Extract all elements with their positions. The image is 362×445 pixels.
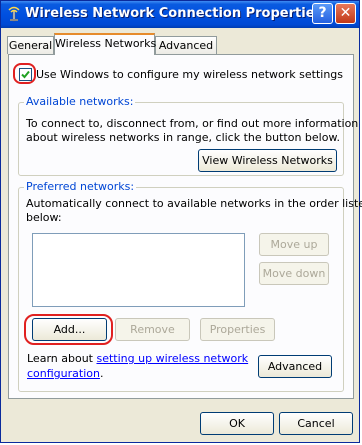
tab-wireless-networks[interactable]: Wireless Networks — [54, 33, 156, 55]
preferred-networks-text-line2: below: — [26, 211, 62, 224]
tab-general[interactable]: General — [7, 36, 54, 54]
learn-about-prefix: Learn about — [27, 352, 97, 365]
available-networks-group: Available networks: To connect to, disco… — [18, 95, 358, 176]
remove-button[interactable]: Remove — [115, 318, 190, 341]
learn-about-line1: Learn about setting up wireless network — [27, 352, 248, 365]
ok-button[interactable]: OK — [200, 412, 274, 435]
preferred-networks-group: Preferred networks: Automatically connec… — [18, 180, 362, 392]
tab-advanced[interactable]: Advanced — [155, 36, 217, 54]
close-button[interactable]: ✕ — [335, 3, 356, 24]
advanced-button[interactable]: Advanced — [258, 355, 332, 378]
learn-about-suffix: . — [99, 367, 104, 380]
available-networks-title: Available networks: — [24, 95, 136, 108]
available-networks-text-line2: about wireless networks in range, click … — [26, 131, 340, 144]
learn-about-line2: configuration. — [27, 367, 103, 380]
properties-dialog: Wireless Network Connection Properties ?… — [0, 0, 362, 443]
move-down-button[interactable]: Move down — [259, 262, 329, 285]
title-bar[interactable]: Wireless Network Connection Properties ?… — [1, 1, 359, 28]
cancel-button[interactable]: Cancel — [279, 412, 353, 435]
properties-button[interactable]: Properties — [200, 318, 275, 341]
move-up-button[interactable]: Move up — [259, 233, 329, 256]
checkmark-icon — [21, 70, 30, 79]
view-wireless-networks-button[interactable]: View Wireless Networks — [198, 149, 337, 172]
tab-panel: Use Windows to configure my wireless net… — [8, 54, 362, 399]
preferred-networks-title: Preferred networks: — [24, 180, 137, 193]
available-networks-text-line1: To connect to, disconnect from, or find … — [26, 117, 359, 130]
setup-wireless-link[interactable]: setting up wireless network — [96, 352, 248, 365]
use-windows-checkbox[interactable] — [19, 68, 32, 81]
help-button[interactable]: ? — [312, 3, 333, 24]
setup-wireless-link-continued[interactable]: configuration — [27, 367, 100, 380]
preferred-networks-list[interactable] — [32, 233, 245, 307]
preferred-networks-text-line1: Automatically connect to available netwo… — [26, 197, 362, 210]
use-windows-label[interactable]: Use Windows to configure my wireless net… — [36, 68, 343, 81]
window-title: Wireless Network Connection Properties — [25, 6, 323, 21]
wireless-network-icon — [6, 6, 22, 22]
add-button[interactable]: Add... — [32, 318, 107, 341]
